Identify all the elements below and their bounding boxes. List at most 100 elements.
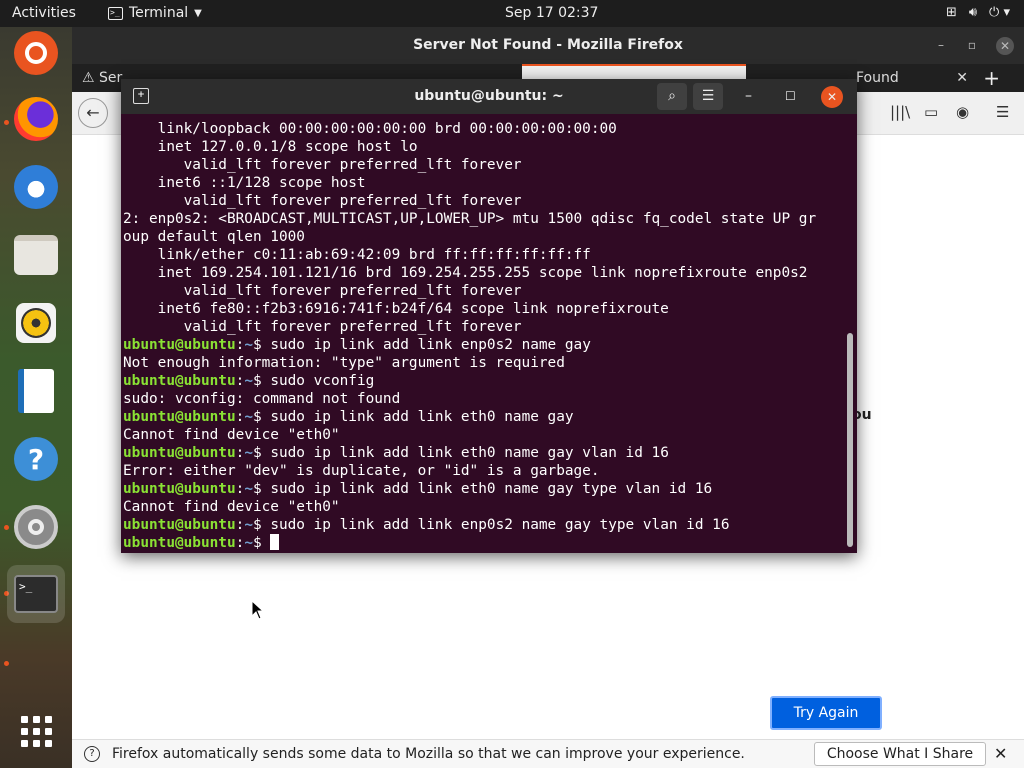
app-menu-label: Terminal — [129, 5, 189, 21]
tab-close-icon[interactable]: ✕ — [956, 64, 968, 92]
prompt-user: ubuntu@ubuntu — [123, 517, 236, 533]
terminal-output-line: inet 169.254.101.121/16 brd 169.254.255.… — [123, 265, 808, 281]
search-icon[interactable]: ⌕ — [657, 83, 687, 110]
rhythmbox-icon — [16, 303, 56, 343]
new-tab-icon[interactable]: + — [133, 88, 149, 104]
terminal-output-line: Error: either "dev" is duplicate, or "id… — [123, 463, 600, 479]
terminal-command-line: ubuntu@ubuntu:~$ sudo ip link add link e… — [123, 444, 845, 462]
dock-firefox[interactable] — [12, 95, 60, 143]
prompt-user: ubuntu@ubuntu — [123, 481, 236, 497]
account-icon[interactable]: ◉ — [956, 103, 969, 121]
volume-icon: 🔊︎ — [968, 5, 978, 20]
prompt-symbol: $ — [252, 373, 271, 389]
close-button[interactable]: ✕ — [821, 86, 843, 108]
command-text: sudo ip link add link eth0 name gay type… — [270, 481, 713, 497]
running-indicator — [4, 661, 9, 666]
data-notice-bar: ? Firefox automatically sends some data … — [72, 739, 1024, 768]
menu-icon[interactable]: ☰ — [996, 103, 1009, 121]
settings-icon — [14, 505, 58, 549]
command-text: sudo ip link add link eth0 name gay vlan… — [270, 445, 669, 461]
prompt-path: ~ — [244, 373, 253, 389]
sidebar-icon[interactable]: ▭ — [924, 103, 938, 121]
terminal-output-line: valid_lft forever preferred_lft forever — [123, 319, 522, 335]
dock: ? >_ — [0, 27, 72, 768]
writer-icon — [18, 369, 54, 413]
dock-thunderbird[interactable] — [12, 163, 60, 211]
files-icon — [14, 235, 58, 275]
close-button[interactable]: ✕ — [996, 37, 1014, 55]
activities-button[interactable]: Activities — [12, 5, 76, 21]
minimize-button[interactable]: – — [745, 79, 752, 114]
firefox-icon — [14, 97, 58, 141]
menu-icon[interactable]: ☰ — [693, 83, 723, 110]
dock-help[interactable]: ? — [12, 435, 60, 483]
terminal-output-line: Cannot find device "eth0" — [123, 499, 340, 515]
terminal-window[interactable]: + ubuntu@ubuntu: ~ ⌕ ☰ – ☐ ✕ link/loopba… — [121, 79, 857, 553]
close-icon[interactable]: ✕ — [994, 744, 1007, 763]
library-icon[interactable]: |||\ — [890, 103, 910, 121]
apps-grid-icon — [20, 715, 52, 747]
prompt-user: ubuntu@ubuntu — [123, 535, 236, 550]
system-tray[interactable]: ⊞ 🔊︎ ⏻ ▾ — [946, 5, 1010, 20]
warning-icon: ⚠ — [82, 70, 95, 86]
prompt-separator: : — [235, 337, 245, 353]
dock-terminal[interactable]: >_ — [7, 565, 65, 623]
terminal-output-line: link/loopback 00:00:00:00:00:00 brd 00:0… — [123, 121, 617, 137]
prompt-path: ~ — [244, 517, 253, 533]
terminal-output[interactable]: link/loopback 00:00:00:00:00:00 brd 00:0… — [123, 120, 845, 550]
prompt-separator: : — [235, 409, 245, 425]
prompt-user: ubuntu@ubuntu — [123, 409, 236, 425]
try-again-button[interactable]: Try Again — [770, 696, 882, 730]
terminal-output-line: valid_lft forever preferred_lft forever — [123, 193, 522, 209]
prompt-path: ~ — [244, 481, 253, 497]
maximize-button[interactable]: ☐ — [785, 79, 796, 114]
terminal-output-line: inet6 ::1/128 scope host — [123, 175, 366, 191]
firefox-window-title: Server Not Found - Mozilla Firefox — [413, 37, 683, 53]
terminal-output-line: oup default qlen 1000 — [123, 229, 305, 245]
prompt-user: ubuntu@ubuntu — [123, 445, 236, 461]
dock-ubuntu-software[interactable] — [12, 29, 60, 77]
back-button[interactable]: ← — [78, 98, 108, 128]
help-icon: ? — [14, 437, 58, 481]
command-text: sudo ip link add link enp0s2 name gay ty… — [270, 517, 730, 533]
thunderbird-icon — [14, 165, 58, 209]
dock-files[interactable] — [12, 231, 60, 279]
maximize-button[interactable]: ▫ — [968, 27, 976, 64]
choose-what-i-share-button[interactable]: Choose What I Share — [814, 742, 986, 766]
terminal-output-line: Cannot find device "eth0" — [123, 427, 340, 443]
dock-settings[interactable] — [12, 503, 60, 551]
scrollbar[interactable] — [847, 333, 853, 547]
dock-rhythmbox[interactable] — [12, 299, 60, 347]
terminal-command-line: ubuntu@ubuntu:~$ sudo ip link add link e… — [123, 336, 845, 354]
prompt-symbol: $ — [252, 337, 271, 353]
terminal-title: ubuntu@ubuntu: ~ — [414, 88, 564, 104]
show-applications-button[interactable] — [12, 707, 60, 755]
text-cursor — [270, 534, 280, 550]
terminal-command-line: ubuntu@ubuntu:~$ sudo ip link add link e… — [123, 408, 845, 426]
terminal-output-line: link/ether c0:11:ab:69:42:09 brd ff:ff:f… — [123, 247, 591, 263]
terminal-output-line: inet 127.0.0.1/8 scope host lo — [123, 139, 418, 155]
prompt-path: ~ — [244, 409, 253, 425]
terminal-headerbar[interactable]: + ubuntu@ubuntu: ~ ⌕ ☰ – ☐ ✕ — [121, 79, 857, 114]
firefox-titlebar[interactable]: Server Not Found - Mozilla Firefox – ▫ ✕ — [72, 27, 1024, 64]
new-tab-button[interactable]: + — [983, 64, 1000, 92]
prompt-separator: : — [235, 445, 245, 461]
clock[interactable]: Sep 17 02:37 — [505, 5, 598, 21]
terminal-output-line: inet6 fe80::f2b3:6916:741f:b24f/64 scope… — [123, 301, 669, 317]
minimize-button[interactable]: – — [938, 27, 944, 64]
tab-found[interactable]: Found ✕ — [846, 64, 976, 92]
chevron-down-icon: ▼ — [194, 7, 202, 19]
prompt-separator: : — [235, 535, 245, 550]
terminal-output-line: sudo: vconfig: command not found — [123, 391, 401, 407]
prompt-symbol: $ — [252, 409, 271, 425]
terminal-command-line: ubuntu@ubuntu:~$ sudo vconfig — [123, 372, 845, 390]
prompt-separator: : — [235, 481, 245, 497]
command-text: sudo ip link add link enp0s2 name gay — [270, 337, 591, 353]
dock-writer[interactable] — [12, 367, 60, 415]
prompt-symbol: $ — [252, 445, 271, 461]
prompt-symbol: $ — [252, 517, 271, 533]
app-menu[interactable]: >_ Terminal ▼ — [108, 5, 202, 21]
terminal-command-line: ubuntu@ubuntu:~$ sudo ip link add link e… — [123, 516, 845, 534]
command-text: sudo ip link add link eth0 name gay — [270, 409, 574, 425]
terminal-output-line: valid_lft forever preferred_lft forever — [123, 157, 522, 173]
